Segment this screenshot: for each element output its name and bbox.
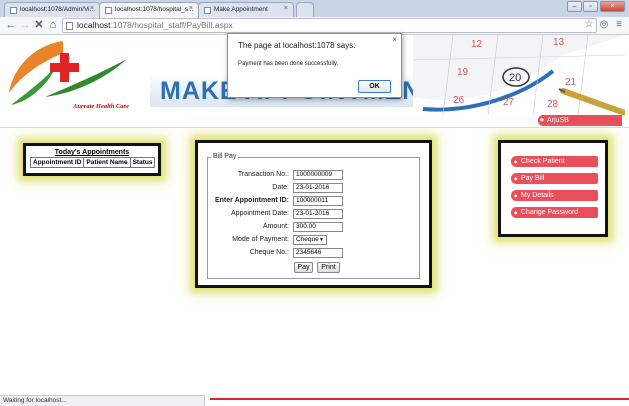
amount-label: Amount:: [262, 223, 289, 230]
page-favicon-icon: [10, 7, 17, 14]
calendar-number: 28: [547, 99, 559, 110]
browser-tab-hospital-staff[interactable]: localhost:1078/hospital_s... ×: [99, 2, 199, 18]
payment-mode-select[interactable]: Cheque ▼: [293, 235, 327, 245]
bill-pay-panel: Bill Pay Transaction No.: 1000000009 Dat…: [195, 140, 432, 288]
payment-mode-label: Mode of Payment:: [232, 236, 289, 243]
close-tab-icon[interactable]: ×: [90, 5, 94, 12]
back-arrow-icon[interactable]: ←: [4, 18, 18, 32]
bookmark-star-icon[interactable]: ☆: [583, 19, 595, 31]
alert-dialog: The page at localhost:1078 says: × Payme…: [227, 33, 402, 98]
new-tab-button[interactable]: [296, 2, 314, 17]
bullet-icon: ◆: [514, 210, 518, 215]
cheque-no-field[interactable]: 2345646: [293, 248, 343, 258]
bill-pay-fieldset: Bill Pay Transaction No.: 1000000009 Dat…: [207, 153, 420, 279]
page-favicon-icon: [105, 7, 112, 14]
calendar-number: 27: [503, 97, 515, 108]
table-header-row: Appointment ID Patient Name Status: [29, 157, 156, 168]
menu-item-label: My Details: [521, 192, 554, 199]
url-host: localhost: [77, 20, 111, 30]
menu-item-change-password[interactable]: ◆ Change Password: [511, 207, 598, 218]
close-window-button[interactable]: ×: [600, 1, 625, 12]
menu-item-pay-bill[interactable]: ◆ Pay Bill: [511, 173, 598, 184]
page-icon: [66, 22, 73, 30]
appointment-date-label: Appointment Date:: [231, 210, 289, 217]
url-path: :1078/hospital_staff/PayBill.aspx: [110, 20, 233, 30]
pay-button[interactable]: Pay: [294, 262, 313, 273]
address-bar[interactable]: localhost:1078/hospital_staff/PayBill.as…: [62, 18, 597, 33]
date-field[interactable]: 23-01-2016: [293, 183, 343, 193]
print-button[interactable]: Print: [317, 262, 340, 273]
close-icon[interactable]: ×: [392, 35, 397, 44]
calendar-number: 21: [565, 77, 577, 88]
chevron-down-icon: ▼: [319, 237, 324, 243]
column-header-patient-name: Patient Name: [83, 157, 131, 168]
appointment-id-field[interactable]: 100000011: [293, 196, 343, 206]
todays-appointments-panel: Today's Appointments Appointment ID Pati…: [23, 143, 161, 176]
tab-label: localhost:1078/hospital_s...: [115, 6, 194, 13]
calendar-number: 12: [471, 39, 483, 50]
calendar-image: 12 13 19 20 21 26 27 28: [413, 35, 625, 115]
transaction-no-label: Transaction No.:: [237, 171, 289, 178]
browser-status-bar: Waiting for localhost...: [0, 395, 205, 406]
menu-item-my-details[interactable]: ◆ My Details: [511, 190, 598, 201]
calendar-number: 26: [453, 95, 465, 106]
payment-mode-value: Cheque: [296, 236, 319, 243]
header-divider: [0, 127, 629, 128]
column-header-appointment-id: Appointment ID: [29, 157, 85, 168]
menu-item-label: Check Patient: [521, 158, 565, 165]
close-tab-icon[interactable]: ×: [189, 5, 193, 12]
appointments-table: Appointment ID Patient Name Status: [29, 157, 156, 168]
tab-label: localhost:1078/Admin/Vi...: [20, 6, 96, 13]
stop-loading-icon[interactable]: ✕: [32, 18, 46, 32]
menu-item-label: Pay Bill: [521, 175, 545, 182]
bullet-icon: ◆: [514, 193, 518, 198]
browser-tab-make-appointment[interactable]: Make Appointment ×: [198, 2, 294, 17]
maximize-window-button[interactable]: ▫: [583, 1, 598, 12]
column-header-status: Status: [129, 157, 156, 168]
calendar-number: 19: [457, 67, 469, 78]
appointments-title: Today's Appointments: [54, 149, 130, 156]
appointment-date-field[interactable]: 23-01-2016: [293, 209, 343, 219]
calendar-number: 13: [553, 37, 565, 48]
home-icon[interactable]: ⌂: [46, 18, 60, 32]
tab-label: Make Appointment: [214, 6, 268, 13]
menu-item-check-patient[interactable]: ◆ Check Patient: [511, 156, 598, 167]
logo-caption: Aureate Health Care: [73, 103, 129, 110]
extension-icon[interactable]: ◎: [598, 19, 610, 31]
footer-bar: [210, 398, 629, 400]
bullet-icon: ◆: [514, 159, 518, 164]
calendar-number: 20: [509, 72, 521, 84]
alert-title: The page at localhost:1078 says:: [238, 41, 356, 50]
menu-hamburger-icon[interactable]: ≡: [613, 19, 625, 31]
forward-arrow-icon[interactable]: →: [18, 18, 32, 32]
user-name-badge[interactable]: ArjuSB: [538, 115, 622, 126]
cheque-no-label: Cheque No.:: [249, 249, 289, 256]
close-tab-icon[interactable]: ×: [284, 5, 288, 12]
page-favicon-icon: [204, 7, 211, 14]
browser-tab-bar: localhost:1078/Admin/Vi... × localhost:1…: [0, 0, 629, 18]
bill-pay-legend: Bill Pay: [211, 153, 239, 160]
date-label: Date:: [272, 184, 289, 191]
bullet-icon: ◆: [514, 176, 518, 181]
staff-menu-panel: ◆ Check Patient ◆ Pay Bill ◆ My Details …: [498, 140, 608, 237]
ok-button[interactable]: OK: [358, 80, 391, 93]
appointment-id-label: Enter Appointment ID:: [214, 197, 289, 204]
amount-field[interactable]: 300.00: [293, 222, 343, 232]
minimize-window-button[interactable]: –: [567, 1, 582, 12]
browser-tab-admin[interactable]: localhost:1078/Admin/Vi... ×: [4, 2, 100, 17]
transaction-no-field[interactable]: 1000000009: [293, 170, 343, 180]
alert-message: Payment has been done successfully.: [238, 61, 339, 67]
menu-item-label: Change Password: [521, 209, 579, 216]
